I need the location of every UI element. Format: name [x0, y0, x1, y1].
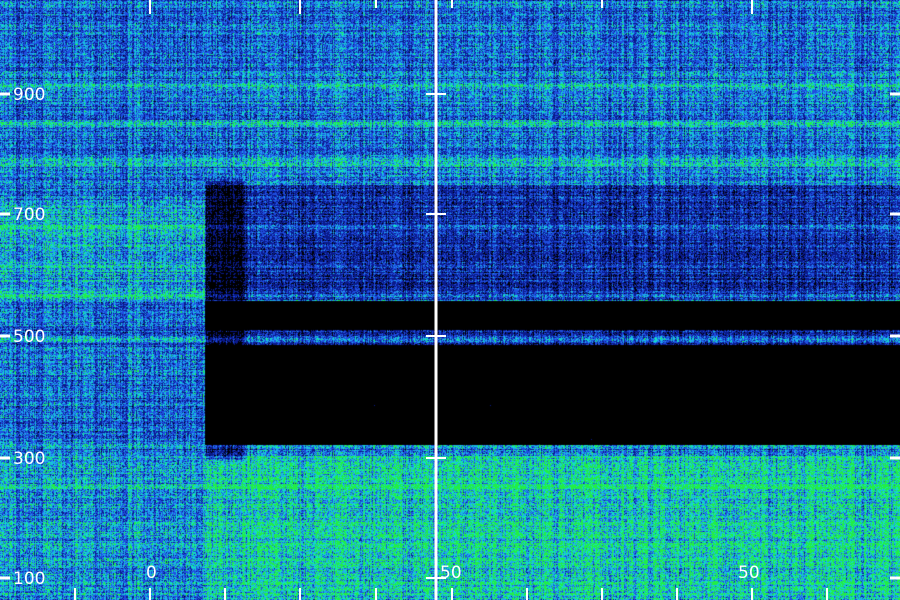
y-axis-label: 100 — [13, 569, 45, 589]
y-axis-label: 900 — [13, 85, 45, 105]
y-axis-label: 500 — [13, 327, 45, 347]
y-axis-label: 300 — [13, 449, 45, 469]
top-ticks — [149, 0, 753, 14]
x-axis-label: 0 — [146, 563, 157, 583]
right-ticks — [890, 92, 900, 580]
spectrogram-overlay: 900 700 500 300 100 0 50 50 — [0, 0, 900, 600]
left-ticks — [0, 92, 10, 580]
bottom-ticks — [74, 588, 828, 600]
y-axis-label: 700 — [13, 205, 45, 225]
x-axis-label: 50 — [738, 563, 760, 583]
x-axis-label: 50 — [440, 563, 462, 583]
